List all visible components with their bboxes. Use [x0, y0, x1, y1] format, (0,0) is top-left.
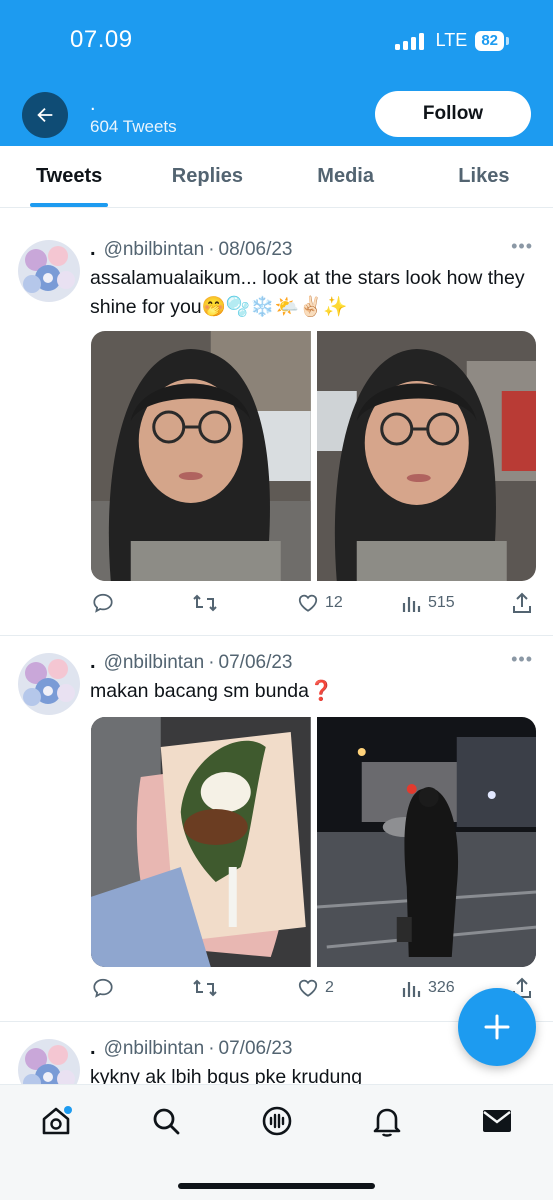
notifications-icon: [373, 1108, 401, 1137]
tweet-actions: 2 326: [92, 977, 532, 1005]
views-icon: [402, 597, 421, 612]
heart-icon: [298, 594, 318, 612]
tab-likes[interactable]: Likes: [415, 146, 553, 207]
view-count: 326: [428, 979, 455, 996]
home-indicator: [178, 1183, 375, 1189]
nav-messages[interactable]: [477, 1101, 517, 1141]
tweet-author-name[interactable]: .: [90, 238, 96, 261]
reply-button[interactable]: [92, 592, 114, 614]
more-dots-icon[interactable]: •••: [511, 236, 533, 257]
nav-search[interactable]: [146, 1101, 186, 1141]
profile-name: .: [90, 93, 96, 115]
tweet-media: [91, 717, 536, 967]
tweet-media: [91, 331, 536, 581]
network-label: LTE: [435, 30, 468, 50]
views-button[interactable]: 515: [402, 592, 455, 614]
like-count: 12: [325, 594, 343, 611]
avatar[interactable]: [18, 240, 80, 302]
nav-home[interactable]: [36, 1101, 76, 1141]
status-time: 07.09: [70, 26, 133, 53]
tweet-photo[interactable]: [316, 717, 536, 967]
tweet-photo[interactable]: [91, 331, 311, 581]
tweet-date[interactable]: 07/06/23: [219, 652, 293, 674]
reply-icon: [93, 978, 113, 998]
status-indicators: LTE 82: [394, 30, 509, 51]
avatar[interactable]: [18, 1039, 80, 1084]
like-button[interactable]: 12: [297, 592, 343, 614]
arrow-left-icon: [37, 107, 53, 123]
tweet-photo[interactable]: [316, 331, 536, 581]
tweet-text: assalamualaikum... look at the stars loo…: [90, 267, 525, 318]
reply-icon: [93, 593, 113, 613]
search-icon: [153, 1108, 180, 1135]
retweet-button[interactable]: [192, 977, 218, 999]
avatar[interactable]: [18, 653, 80, 715]
tweet-date[interactable]: 07/06/23: [219, 1038, 293, 1060]
view-count: 515: [428, 594, 455, 611]
profile-tabs: Tweets Replies Media Likes: [0, 146, 553, 208]
share-icon: [513, 592, 531, 613]
tweet-header: . @nbilbintan · 07/06/23: [90, 1037, 293, 1060]
tweet[interactable]: . @nbilbintan · 07/06/23 ••• makan bacan…: [0, 636, 553, 1022]
battery-icon: 82: [475, 30, 509, 51]
back-button[interactable]: [22, 92, 68, 138]
battery-level: 82: [475, 30, 504, 51]
share-button[interactable]: [512, 592, 532, 614]
compose-button[interactable]: [458, 988, 536, 1066]
messages-icon: [483, 1110, 511, 1132]
nav-notifications[interactable]: [367, 1101, 407, 1141]
home-icon: [42, 1106, 72, 1135]
reply-button[interactable]: [92, 977, 114, 999]
views-button[interactable]: 326: [402, 977, 455, 999]
tweet-actions: 12 515: [92, 592, 532, 620]
tab-tweets[interactable]: Tweets: [0, 146, 138, 207]
tweet-text: makan bacang sm bunda❓: [90, 680, 334, 702]
views-icon: [402, 982, 421, 997]
tab-media[interactable]: Media: [277, 146, 415, 207]
like-count: 2: [325, 979, 334, 996]
tweet-date[interactable]: 08/06/23: [219, 239, 293, 261]
spaces-icon: [262, 1106, 292, 1136]
like-button[interactable]: 2: [297, 977, 334, 999]
tweet-count: 604 Tweets: [90, 117, 177, 136]
more-dots-icon[interactable]: •••: [511, 649, 533, 670]
plus-icon: [484, 1014, 510, 1040]
tweet-author-name[interactable]: .: [90, 651, 96, 674]
follow-button[interactable]: Follow: [375, 91, 531, 137]
retweet-button[interactable]: [192, 592, 218, 614]
nav-spaces[interactable]: [257, 1101, 297, 1141]
tweet-photo[interactable]: [91, 717, 311, 967]
profile-header: 07.09 LTE 82 . 604 Tweets Follow: [0, 0, 553, 146]
tweet-header: . @nbilbintan · 07/06/23: [90, 651, 293, 674]
tab-replies[interactable]: Replies: [138, 146, 276, 207]
tweet-header: . @nbilbintan · 08/06/23: [90, 238, 293, 261]
retweet-icon: [193, 594, 217, 612]
heart-icon: [298, 979, 318, 997]
tweet[interactable]: . @nbilbintan · 08/06/23 ••• assalamuala…: [0, 222, 553, 636]
tweet-handle[interactable]: @nbilbintan: [104, 1038, 205, 1060]
retweet-icon: [193, 979, 217, 997]
tweet-text: kykny ak lbih bgus pke krudung: [90, 1066, 363, 1084]
tweet-handle[interactable]: @nbilbintan: [104, 652, 205, 674]
tweet-author-name[interactable]: .: [90, 1037, 96, 1060]
tweet-handle[interactable]: @nbilbintan: [104, 239, 205, 261]
signal-icon: [394, 32, 424, 50]
